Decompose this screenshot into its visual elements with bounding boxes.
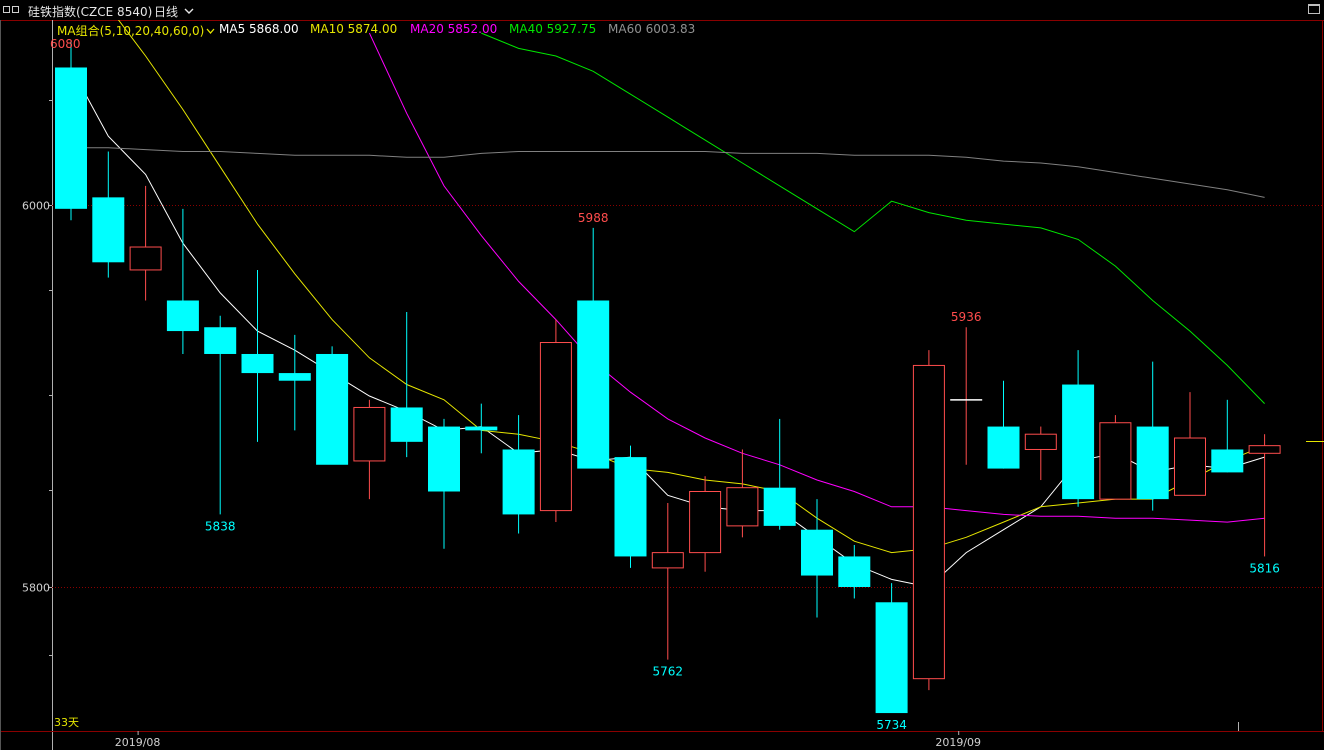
ma-group-selector[interactable]: MA组合(5,10,20,40,60,0): [57, 22, 215, 39]
candle-body-down[interactable]: [390, 407, 423, 442]
candle-body-down[interactable]: [838, 556, 871, 587]
candle-body-up[interactable]: [651, 552, 684, 569]
candle-body-down[interactable]: [801, 529, 833, 576]
title-bar: 硅铁指数(CZCE 8540) 日线: [0, 0, 1324, 20]
candle-body-up[interactable]: [1099, 422, 1132, 500]
candle-body-down[interactable]: [1062, 384, 1095, 500]
candle-body-up[interactable]: [689, 491, 722, 554]
y-tick-label: 6000: [22, 200, 50, 213]
high-annotation: 5936: [951, 310, 982, 324]
low-annotation: 5734: [876, 718, 907, 732]
ma60-label: MA60 6003.83: [608, 22, 696, 36]
top-price-label: 6080: [50, 37, 81, 51]
candle-body-down[interactable]: [465, 426, 498, 431]
candle-body-down[interactable]: [1211, 449, 1244, 473]
ma20-label: MA20 5852.00: [410, 22, 498, 36]
candle-body-down[interactable]: [428, 426, 460, 492]
candle-body-up[interactable]: [353, 406, 386, 462]
ma-line-ma60: [71, 147, 1265, 198]
instrument-title: 硅铁指数(CZCE 8540): [28, 5, 153, 19]
candle-body-up[interactable]: [539, 342, 572, 512]
chevron-down-icon: [184, 8, 194, 14]
candle-body-down[interactable]: [614, 457, 647, 557]
candle-body-down[interactable]: [241, 353, 274, 374]
candle-body-down[interactable]: [875, 602, 908, 714]
period-label: 日线: [154, 5, 179, 19]
candle-body-up[interactable]: [1024, 433, 1057, 450]
ma10-label: MA10 5874.00: [310, 22, 398, 36]
low-annotation: 5816: [1249, 561, 1280, 575]
ma5-label: MA5 5868.00: [219, 22, 299, 36]
candle-body-down[interactable]: [316, 353, 349, 465]
plot-frame: [52, 20, 1323, 732]
period-selector[interactable]: 日线: [154, 3, 194, 20]
x-tick-label: 2019/08: [115, 736, 161, 749]
ma-group-label: MA组合(5,10,20,40,60,0): [57, 24, 205, 38]
chevron-down-icon: [206, 28, 215, 34]
candle-body-down[interactable]: [763, 487, 796, 526]
candle-body-down[interactable]: [1136, 426, 1169, 500]
chart-window: 6000 5800 2019/08 2019/09 5988 5936 5838 5762 57…: [0, 0, 1324, 750]
candle-body-up[interactable]: [1248, 445, 1281, 454]
candle-body-down[interactable]: [577, 300, 610, 469]
ma40-label: MA40 5927.75: [509, 22, 597, 36]
candle-body-down[interactable]: [278, 373, 311, 381]
candle-body-up[interactable]: [1174, 437, 1206, 496]
low-annotation: 5762: [653, 665, 684, 679]
y-tick-label: 5800: [22, 582, 50, 595]
candle-body-up[interactable]: [726, 487, 759, 527]
candle-body-up[interactable]: [129, 246, 162, 271]
candle-body-up[interactable]: [912, 364, 945, 680]
maximize-icon[interactable]: [1308, 4, 1320, 14]
low-annotation: 5838: [205, 519, 236, 533]
candle-body-down[interactable]: [166, 300, 199, 332]
candle-body-down[interactable]: [987, 426, 1020, 469]
day-count-label: 33天: [54, 716, 79, 729]
candle-body-down[interactable]: [55, 67, 87, 209]
x-tick-label: 2019/09: [935, 736, 981, 749]
candle-body-down[interactable]: [502, 449, 535, 515]
candle-body-down[interactable]: [204, 327, 237, 354]
candle-body-down[interactable]: [92, 197, 125, 263]
high-annotation: 5988: [578, 211, 609, 225]
candlestick-chart[interactable]: 6000 5800 2019/08 2019/09 5988 5936 5838 5762 57…: [0, 0, 1324, 750]
menu-icon[interactable]: [3, 6, 23, 14]
